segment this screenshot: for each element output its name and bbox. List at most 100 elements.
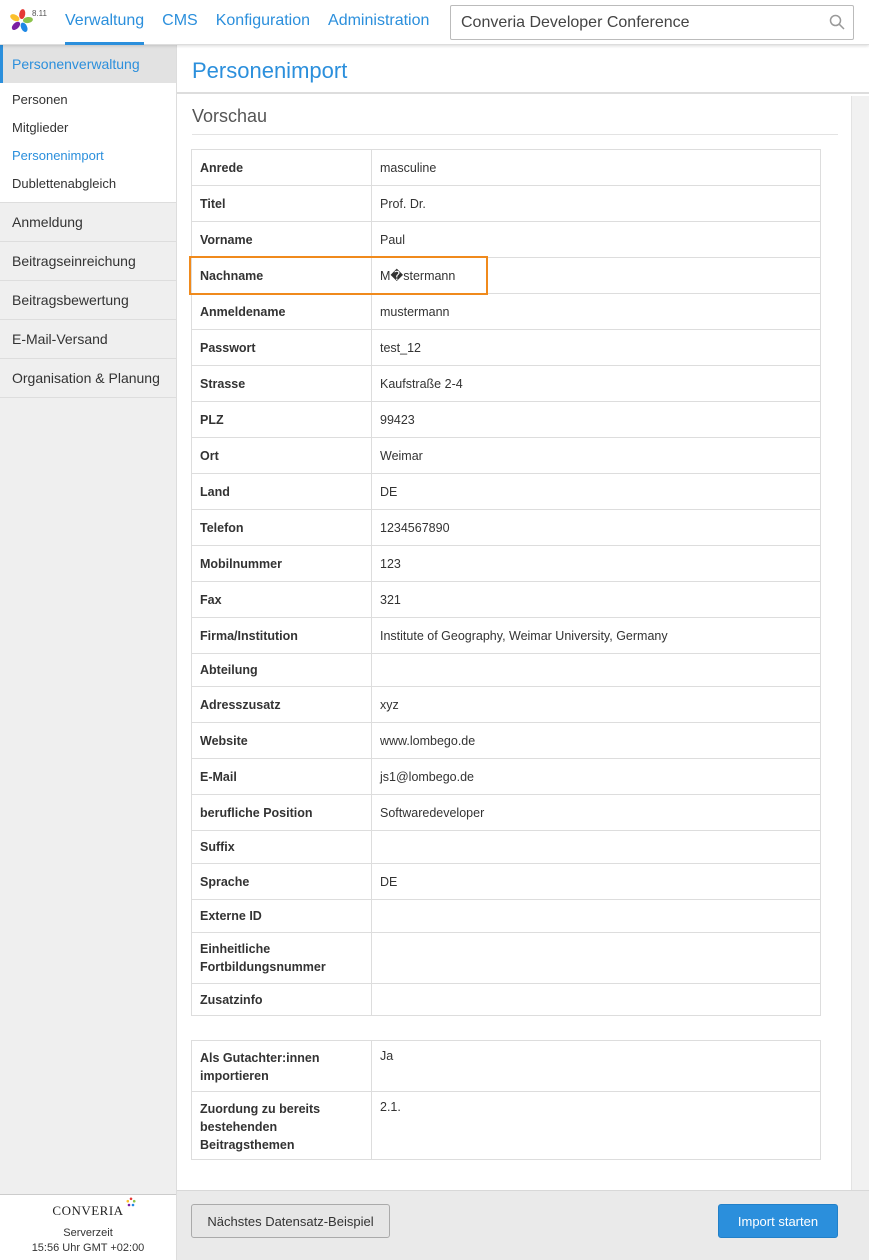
field-label: E-Mail: [191, 758, 372, 795]
table-row: Vorname Paul: [191, 221, 821, 258]
option-label: Zuordung zu bereits bestehenden Beitrags…: [191, 1091, 372, 1160]
sidebar-item-mitglieder[interactable]: Mitglieder: [0, 114, 176, 142]
table-row: Telefon 1234567890: [191, 509, 821, 546]
field-label: Ort: [191, 437, 372, 474]
field-value: Prof. Dr.: [371, 185, 821, 222]
sidebar-item-beitragsbewertung[interactable]: Beitragsbewertung: [0, 281, 176, 320]
table-row: Anmeldename mustermann: [191, 293, 821, 330]
table-row-highlighted: Nachname M�stermann: [191, 257, 821, 294]
page-title: Personenimport: [192, 58, 348, 83]
sidebar-item-personenimport[interactable]: Personenimport: [0, 142, 176, 170]
table-row: Anrede masculine: [191, 149, 821, 186]
event-search-box[interactable]: [450, 5, 854, 40]
server-time-value: 15:56 Uhr GMT +02:00: [31, 1242, 145, 1254]
field-label: Zusatzinfo: [191, 983, 372, 1016]
section-title-vorschau: Vorschau: [192, 106, 268, 126]
page-header: Personenimport: [177, 45, 869, 94]
option-value: 2.1.: [371, 1091, 821, 1160]
field-label: Passwort: [191, 329, 372, 366]
nav-cms[interactable]: CMS: [162, 0, 198, 45]
field-value: Paul: [371, 221, 821, 258]
table-row: Strasse Kaufstraße 2-4: [191, 365, 821, 402]
sidebar-item-dublettenabgleich[interactable]: Dublettenabgleich: [0, 170, 176, 198]
nav-konfiguration[interactable]: Konfiguration: [216, 0, 310, 45]
option-label: Als Gutachter:innen importieren: [191, 1040, 372, 1092]
field-value: mustermann: [371, 293, 821, 330]
sidebar-item-anmeldung[interactable]: Anmeldung: [0, 203, 176, 242]
table-row: Als Gutachter:innen importieren Ja: [191, 1040, 821, 1092]
nav-verwaltung[interactable]: Verwaltung: [65, 0, 145, 45]
field-label: Mobilnummer: [191, 545, 372, 582]
field-value: test_12: [371, 329, 821, 366]
section-divider: [192, 134, 838, 135]
event-search-input[interactable]: [451, 6, 811, 39]
field-value: 1234567890: [371, 509, 821, 546]
table-row: Mobilnummer 123: [191, 545, 821, 582]
table-row: Suffix: [191, 830, 821, 864]
sidebar-footer: CONVERIA Serverzeit 15:56 Uhr GMT +02:00: [0, 1194, 176, 1260]
field-label: Anmeldename: [191, 293, 372, 330]
field-value: 123: [371, 545, 821, 582]
field-label: Abteilung: [191, 653, 372, 687]
field-label: Land: [191, 473, 372, 510]
app-version: 8.11: [32, 9, 47, 18]
field-value: js1@lombego.de: [371, 758, 821, 795]
table-row: Externe ID: [191, 899, 821, 933]
table-row: Ort Weimar: [191, 437, 821, 474]
converia-logo-icon[interactable]: [8, 8, 34, 34]
table-row: Firma/Institution Institute of Geography,…: [191, 617, 821, 654]
server-time-label: Serverzeit: [63, 1227, 113, 1239]
field-label: Website: [191, 722, 372, 759]
field-value: [371, 653, 821, 687]
sidebar-item-beitragseinreichung[interactable]: Beitragseinreichung: [0, 242, 176, 281]
start-import-button[interactable]: Import starten: [718, 1204, 838, 1238]
sidebar-item-email-versand[interactable]: E-Mail-Versand: [0, 320, 176, 359]
field-value: Weimar: [371, 437, 821, 474]
field-label: Nachname: [191, 257, 372, 294]
table-row: Land DE: [191, 473, 821, 510]
top-bar: 8.11 Verwaltung CMS Konfiguration Admini…: [0, 0, 869, 45]
top-nav: Verwaltung CMS Konfiguration Administrat…: [65, 0, 447, 45]
sidebar: Personenverwaltung Personen Mitglieder P…: [0, 45, 177, 1260]
field-value: [371, 983, 821, 1016]
next-sample-button[interactable]: Nächstes Datensatz-Beispiel: [191, 1204, 390, 1238]
converia-brand: CONVERIA: [52, 1197, 136, 1219]
table-row: Zuordung zu bereits bestehenden Beitrags…: [191, 1091, 821, 1160]
field-value: 99423: [371, 401, 821, 438]
field-value: masculine: [371, 149, 821, 186]
field-label: Suffix: [191, 830, 372, 864]
table-row: Adresszusatz xyz: [191, 686, 821, 723]
field-label: Strasse: [191, 365, 372, 402]
preview-table: Anrede masculine Titel Prof. Dr. Vorname Pa…: [191, 149, 821, 1016]
sidebar-item-personen[interactable]: Personen: [0, 86, 176, 114]
field-label: Vorname: [191, 221, 372, 258]
scrollbar-track[interactable]: [851, 96, 869, 1190]
field-label: Einheitliche Fortbildungsnummer: [191, 932, 372, 984]
field-value: DE: [371, 863, 821, 900]
field-value: 321: [371, 581, 821, 618]
search-icon[interactable]: [829, 14, 845, 30]
field-value: Kaufstraße 2-4: [371, 365, 821, 402]
sidebar-item-organisation-planung[interactable]: Organisation & Planung: [0, 359, 176, 398]
field-value: Softwaredeveloper: [371, 794, 821, 831]
sidebar-section-personenverwaltung[interactable]: Personenverwaltung: [0, 45, 176, 83]
nav-administration[interactable]: Administration: [328, 0, 429, 45]
field-value: www.lombego.de: [371, 722, 821, 759]
field-label: Externe ID: [191, 899, 372, 933]
table-row: PLZ 99423: [191, 401, 821, 438]
field-value: DE: [371, 473, 821, 510]
converia-mark-icon: [126, 1197, 136, 1207]
field-value: [371, 932, 821, 984]
field-value: [371, 899, 821, 933]
table-row: E-Mail js1@lombego.de: [191, 758, 821, 795]
field-label: Titel: [191, 185, 372, 222]
table-row: Einheitliche Fortbildungsnummer: [191, 932, 821, 984]
field-label: Fax: [191, 581, 372, 618]
field-label: Anrede: [191, 149, 372, 186]
field-label: Sprache: [191, 863, 372, 900]
field-value: Institute of Geography, Weimar Universit…: [371, 617, 821, 654]
field-label: Firma/Institution: [191, 617, 372, 654]
table-row: Titel Prof. Dr.: [191, 185, 821, 222]
import-options-table: Als Gutachter:innen importieren Ja Zuordu…: [191, 1040, 821, 1160]
brand-name: CONVERIA: [52, 1203, 124, 1218]
